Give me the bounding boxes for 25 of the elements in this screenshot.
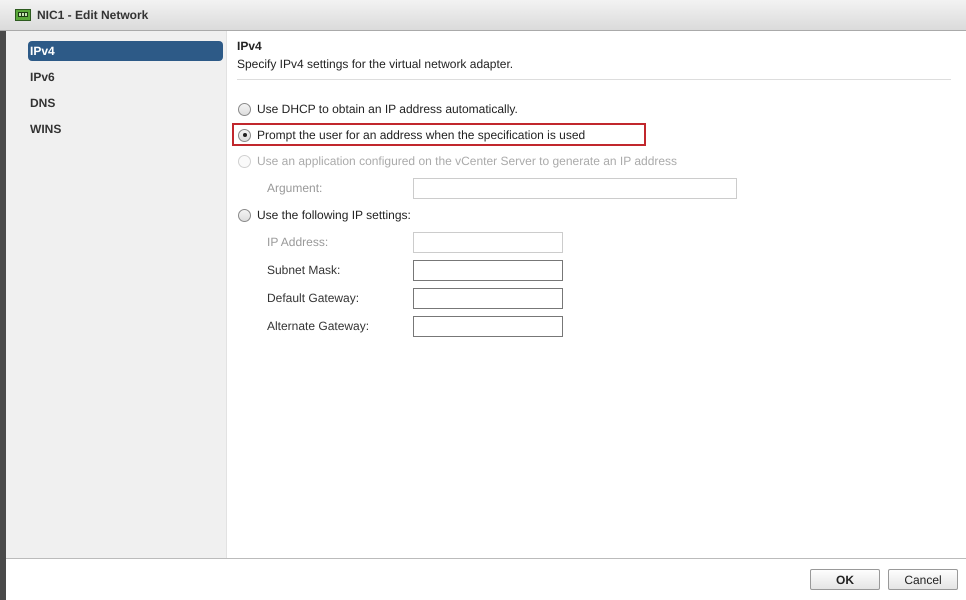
ok-button[interactable]: OK [810, 569, 880, 590]
radio-button[interactable] [238, 208, 251, 222]
field-label: IP Address: [267, 235, 330, 249]
option-label: Prompt the user for an address when the specification is used [257, 128, 586, 142]
input-field[interactable] [413, 260, 563, 280]
field-label: Alternate Gateway: [267, 319, 370, 333]
field-label: Argument: [267, 181, 324, 195]
input-field[interactable] [413, 288, 563, 308]
section-description: Specify IPv4 settings for the virtual network adapter. [237, 56, 514, 73]
section-title: IPv4 [237, 39, 263, 54]
window-title: NIC1 - Edit Network [37, 8, 148, 22]
network-card-icon [15, 9, 31, 21]
sidebar-item[interactable]: IPv4 [28, 41, 223, 61]
field-label: Subnet Mask: [267, 263, 342, 277]
sidebar-item[interactable]: WINS [28, 119, 223, 139]
sidebar-item[interactable]: IPv6 [28, 67, 223, 87]
option-label: Use an application configured on the vCenter Server to generate an IP address [257, 154, 678, 168]
cancel-button[interactable]: Cancel [888, 569, 958, 590]
option-label: Use the following IP settings: [257, 208, 411, 222]
radio-button[interactable] [238, 102, 251, 116]
radio-button[interactable] [238, 128, 251, 142]
input-field[interactable] [413, 316, 563, 336]
option-label: Use DHCP to obtain an IP address automatically. [257, 102, 518, 116]
field-label: Default Gateway: [267, 291, 360, 305]
sidebar-item[interactable]: DNS [28, 93, 223, 113]
